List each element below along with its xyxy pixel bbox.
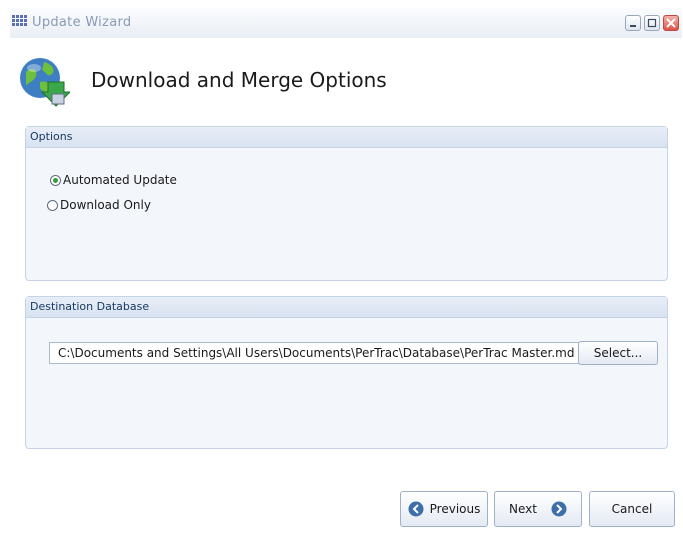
download-only-label: Download Only [60, 198, 151, 212]
automated-update-option[interactable]: Automated Update [50, 173, 177, 187]
next-label: Next [509, 502, 537, 516]
previous-label: Previous [429, 502, 481, 516]
destination-group: Destination Database C:\Documents and Se… [25, 296, 668, 449]
page-title: Download and Merge Options [91, 68, 387, 92]
maximize-button[interactable] [644, 15, 660, 31]
download-only-radio[interactable] [47, 199, 58, 211]
grid-icon [12, 15, 27, 26]
update-wizard-window: Update Wizard Download and Merge Options… [10, 8, 682, 531]
maximize-icon [647, 18, 657, 28]
arrow-right-circle-icon [551, 501, 567, 517]
title-bar[interactable]: Update Wizard [10, 8, 682, 38]
select-button[interactable]: Select... [578, 341, 658, 365]
arrow-left-circle-icon [408, 501, 424, 517]
options-group: Options Automated Update Download Only [25, 126, 668, 281]
options-group-label: Options [26, 127, 667, 148]
next-button[interactable]: Next [494, 491, 582, 527]
automated-update-radio[interactable] [50, 174, 61, 186]
minimize-icon [630, 25, 636, 27]
download-only-option[interactable]: Download Only [47, 198, 151, 212]
close-icon [666, 18, 676, 28]
window-title: Update Wizard [32, 15, 132, 30]
automated-update-label: Automated Update [63, 173, 177, 187]
wizard-header: Download and Merge Options [10, 46, 682, 116]
globe-download-icon [20, 58, 70, 107]
previous-button[interactable]: Previous [400, 491, 488, 527]
close-button[interactable] [663, 15, 679, 31]
destination-group-label: Destination Database [26, 297, 667, 318]
database-path-field[interactable]: C:\Documents and Settings\All Users\Docu… [49, 342, 581, 364]
minimize-button[interactable] [625, 15, 641, 31]
cancel-button[interactable]: Cancel [589, 491, 675, 527]
